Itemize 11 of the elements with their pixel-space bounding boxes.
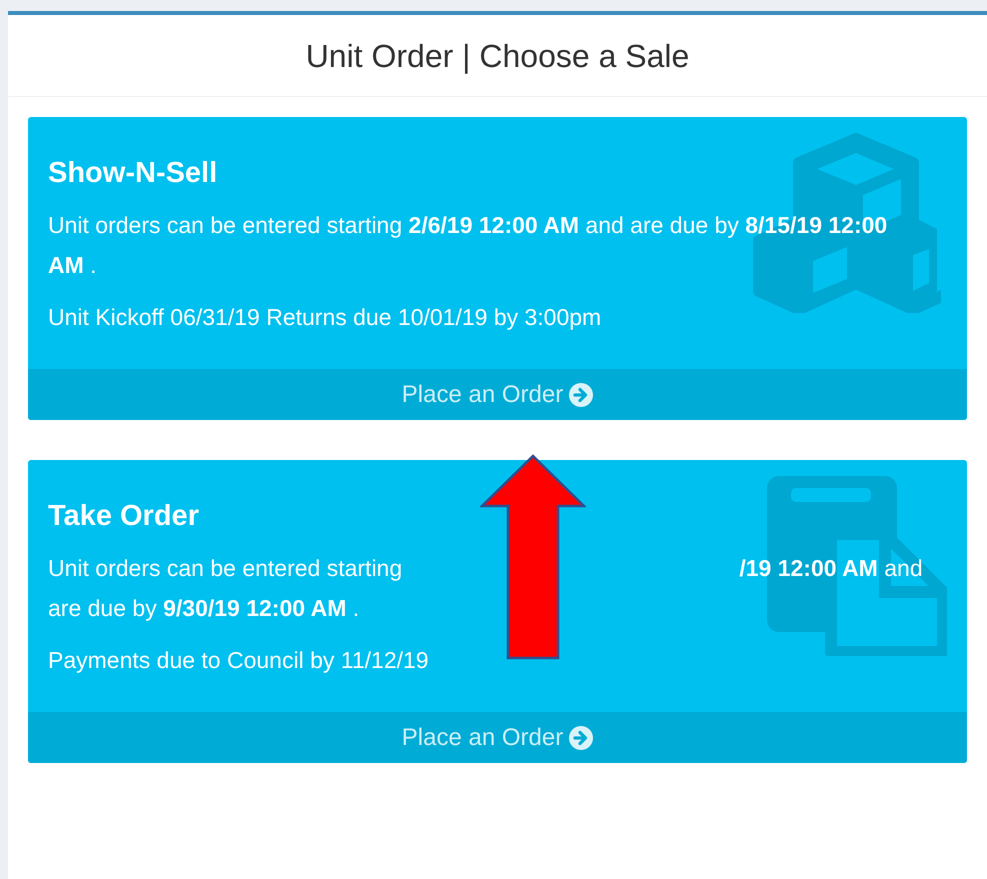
sale-description: Unit orders can be entered starting /19 12:00 AM and are due by 9/30/19 12:00 AM . — [48, 554, 924, 623]
sale-note: Payments due to Council by 11/12/19 — [48, 646, 429, 675]
arrow-circle-icon — [569, 726, 594, 750]
sale-title: Show-N-Sell — [48, 156, 218, 191]
sale-note: Unit Kickoff 06/31/19 Returns due 10/01/19 by 3:00pm — [48, 303, 602, 332]
panel-title: Unit Order | Choose a Sale — [306, 36, 690, 76]
sale-description: Unit orders can be entered starting 2/6/19 12:00 AM and are due by 8/15/19 12:00 AM . — [48, 211, 888, 280]
place-order-link[interactable]: Place an Order — [28, 369, 967, 420]
arrow-circle-icon — [569, 382, 594, 406]
place-order-link[interactable]: Place an Order — [28, 712, 967, 763]
sale-title: Take Order — [48, 499, 199, 534]
